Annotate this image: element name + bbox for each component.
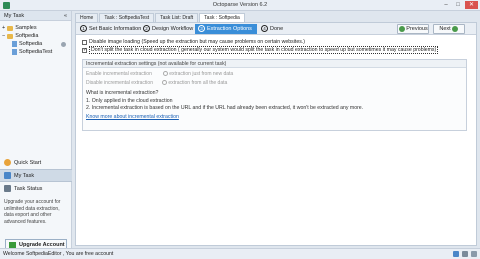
collapse-icon[interactable]: « (64, 13, 67, 19)
forward-arrow-icon (451, 25, 458, 32)
main-panel: 1 Set Basic Information 2 Design Workflow … (75, 22, 477, 246)
tree-item-label: Samples (15, 25, 37, 31)
tree-item-label: Softpedia (15, 33, 39, 39)
step-number: 1 (80, 25, 87, 32)
radio-label: extraction just from new data (169, 71, 234, 77)
sidebar-item-label: Quick Start (14, 159, 42, 166)
disable-image-loading-checkbox[interactable] (82, 39, 87, 45)
status-icon (4, 185, 11, 192)
tree-item-label: SoftpediaTest (19, 49, 53, 55)
rocket-icon (4, 159, 11, 166)
all-data-radio[interactable]: extraction from all the data (162, 80, 227, 86)
next-label: Next (439, 26, 451, 32)
task-tree: + Samples − Softpedia Softpedia Softpedi… (0, 21, 71, 59)
tab-task-softpedia[interactable]: Task : Softpedia (199, 13, 245, 22)
step-label: Design Workflow (152, 26, 194, 32)
help-icon[interactable] (471, 251, 477, 257)
expand-icon[interactable]: + (2, 24, 5, 32)
step-label: Extraction Options (207, 26, 252, 32)
sidebar-nav: Quick Start My Task Task Status (0, 156, 72, 195)
step-done[interactable]: 4 Done (258, 24, 288, 34)
incremental-panel-title: Incremental extraction settings (not ava… (83, 60, 466, 68)
step-number: 4 (261, 25, 268, 32)
dont-split-task-checkbox[interactable]: ✓ (82, 47, 87, 53)
upgrade-promo-text: Upgrade your account for unlimited data … (4, 199, 61, 225)
status-icons (453, 251, 477, 257)
task-list-icon (4, 172, 11, 179)
option-label: Don't split the task in cloud extraction… (89, 46, 439, 54)
incremental-learn-more-link[interactable]: Know more about incremental extraction (86, 114, 179, 120)
tab-task-softpediatest[interactable]: Task : SoftpediaTest (99, 13, 155, 22)
tab-task-list-draft[interactable]: Task List: Draft (155, 13, 199, 22)
user-icon[interactable] (462, 251, 468, 257)
folder-icon (7, 25, 14, 31)
task-status-icon (61, 41, 66, 47)
sidebar-item-task-status[interactable]: Task Status (0, 182, 72, 195)
task-file-icon (12, 41, 17, 47)
new-data-radio[interactable]: extraction just from new data (163, 71, 233, 77)
wizard-steps: 1 Set Basic Information 2 Design Workflow … (76, 23, 476, 35)
sidebar-header: My Task « (0, 11, 71, 21)
step-label: Done (270, 26, 284, 32)
close-icon[interactable]: ✕ (465, 1, 478, 9)
option-label: Disable image loading (Speed up the extr… (89, 39, 305, 45)
sidebar-item-label: Task Status (14, 185, 43, 192)
disable-incremental-row: Disable incremental extraction extractio… (86, 80, 227, 86)
option-dont-split-task[interactable]: ✓ Don't split the task in cloud extracti… (82, 46, 439, 54)
window-controls: – □ ✕ (441, 1, 478, 9)
tree-item-softpediatest-task[interactable]: SoftpediaTest (2, 48, 69, 56)
radio-label: extraction from all the data (168, 80, 228, 86)
tree-item-softpedia-folder[interactable]: − Softpedia (2, 32, 69, 40)
incremental-point-2: 2. Incremental extraction is based on th… (86, 105, 364, 111)
sidebar-item-quick-start[interactable]: Quick Start (0, 156, 72, 169)
step-design-workflow[interactable]: 2 Design Workflow (140, 24, 195, 34)
tree-item-label: Softpedia (19, 41, 43, 47)
status-text: Welcome SoftpediaEditor , You are free a… (3, 251, 114, 257)
sidebar: My Task « + Samples − Softpedia Softpedi… (0, 11, 72, 251)
maximize-icon[interactable]: □ (453, 1, 463, 9)
previous-label: Previous (406, 26, 428, 32)
incremental-extraction-panel: Incremental extraction settings (not ava… (82, 59, 467, 131)
sidebar-item-label: My Task (14, 172, 35, 179)
next-button[interactable]: Next (433, 24, 465, 34)
incremental-question: What is incremental extraction? (86, 90, 159, 96)
step-number: 3 (198, 25, 205, 32)
radio-circle (163, 71, 169, 77)
back-arrow-icon (399, 25, 406, 32)
window-title: Octoparse Version 6.2 (212, 2, 268, 8)
enable-incremental-label: Enable incremental extraction (86, 71, 152, 77)
tab-home[interactable]: Home (75, 13, 99, 22)
title-bar: Octoparse Version 6.2 – □ ✕ (0, 0, 480, 11)
collapse-tree-icon[interactable]: − (2, 32, 5, 40)
extraction-options: Disable image loading (Speed up the extr… (82, 38, 439, 54)
tree-item-samples[interactable]: + Samples (2, 24, 69, 32)
step-label: Set Basic Information (89, 26, 142, 32)
status-bar: Welcome SoftpediaEditor , You are free a… (0, 248, 480, 259)
radio-circle (162, 80, 168, 86)
option-disable-image-loading[interactable]: Disable image loading (Speed up the extr… (82, 38, 438, 46)
tree-item-softpedia-task[interactable]: Softpedia (2, 40, 69, 48)
sidebar-title: My Task (4, 13, 25, 19)
info-icon[interactable] (453, 251, 459, 257)
tab-bar: Home Task : SoftpediaTest Task List: Dra… (75, 13, 245, 22)
previous-button[interactable]: Previous (397, 24, 429, 34)
step-extraction-options[interactable]: 3 Extraction Options (195, 24, 257, 34)
sidebar-item-my-task[interactable]: My Task (0, 169, 72, 182)
incremental-point-1: 1. Only applied in the cloud extraction (86, 98, 173, 104)
folder-icon (7, 33, 14, 39)
minimize-icon[interactable]: – (441, 1, 451, 9)
enable-incremental-row: Enable incremental extraction extraction… (86, 71, 233, 77)
task-file-icon (12, 49, 17, 55)
step-basic-information[interactable]: 1 Set Basic Information (77, 24, 142, 34)
disable-incremental-label: Disable incremental extraction (86, 80, 153, 86)
step-number: 2 (143, 25, 150, 32)
